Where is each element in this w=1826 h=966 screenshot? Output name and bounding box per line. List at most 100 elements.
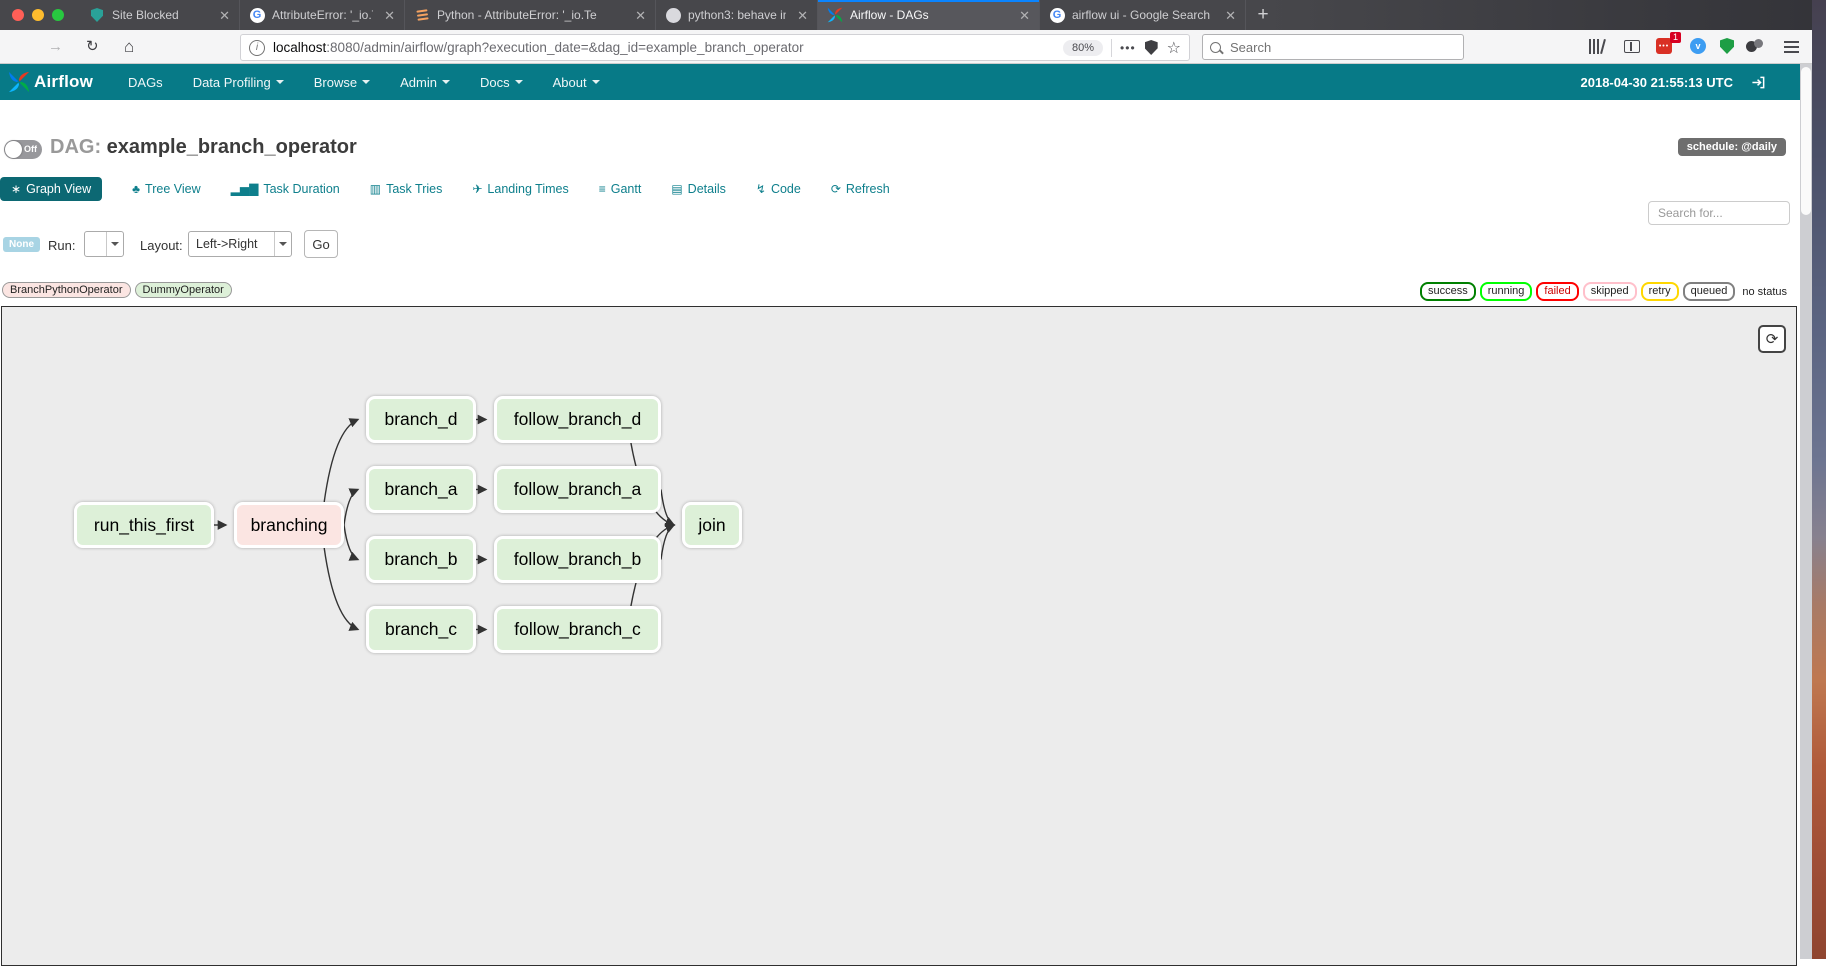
navbar-menu: DAGs Data Profiling BrowseAdminDocsAbout (113, 75, 615, 90)
browser-tab-4[interactable]: python3: behave incorrectly mo✕ (656, 0, 818, 30)
edge-branching-to-branch_c (324, 548, 358, 630)
gantt-icon: ≡ (599, 182, 606, 196)
nav-item-dags[interactable]: DAGs (113, 75, 178, 90)
url-bar[interactable]: i localhost :8080/admin/airflow/graph?ex… (240, 34, 1190, 61)
airflow-brand[interactable]: Airflow (8, 71, 93, 93)
reload-button[interactable]: ↻ (86, 39, 99, 54)
nav-item-admin[interactable]: Admin (385, 75, 465, 90)
nav-item-data-profiling[interactable]: Data Profiling (178, 75, 299, 90)
page-actions-icon[interactable]: ••• (1120, 41, 1136, 55)
go-button[interactable]: Go (304, 230, 338, 258)
shield-favicon (89, 7, 105, 23)
tab-close-icon[interactable]: ✕ (1225, 9, 1236, 22)
menu-icon[interactable] (1784, 41, 1804, 59)
logout-icon[interactable] (1751, 75, 1766, 90)
minimize-window-button[interactable] (32, 9, 44, 21)
view-tab-gantt[interactable]: ≡Gantt (599, 182, 642, 196)
graph-refresh-button[interactable]: ⟳ (1758, 325, 1786, 353)
view-tab-details[interactable]: ▤Details (671, 182, 726, 196)
chevron-down-icon (274, 232, 291, 256)
scrollbar-thumb[interactable] (1801, 67, 1811, 215)
tab-title: airflow ui - Google Search (1072, 8, 1214, 22)
run-select-value (85, 232, 106, 256)
status-legend-success: success (1420, 282, 1476, 301)
zoom-window-button[interactable] (52, 9, 64, 21)
toggle-knob (5, 141, 22, 158)
view-tab-task-tries[interactable]: ▥Task Tries (370, 182, 443, 196)
nav-item-docs[interactable]: Docs (465, 75, 538, 90)
extension-badge: 1 (1670, 32, 1681, 43)
tab-close-icon[interactable]: ✕ (1019, 9, 1030, 22)
forward-button[interactable]: → (48, 39, 63, 54)
layout-select[interactable]: Left->Right (188, 231, 292, 257)
tab-close-icon[interactable]: ✕ (219, 9, 230, 22)
browser-tab-3[interactable]: Python - AttributeError: '_io.Te ✕ (405, 0, 656, 30)
tab-close-icon[interactable]: ✕ (384, 9, 395, 22)
browser-tab-1[interactable]: Site Blocked✕ (80, 0, 240, 30)
view-tab-label: Code (771, 182, 801, 196)
new-tab-button[interactable]: + (1246, 0, 1280, 30)
browser-tab-5[interactable]: Airflow - DAGs ✕ (818, 0, 1040, 30)
task-node-run_this_first[interactable]: run_this_first (74, 502, 214, 548)
view-tab-task-duration[interactable]: ▂▅▇ Task Duration (231, 182, 340, 196)
task-node-branch_a[interactable]: branch_a (366, 466, 476, 513)
view-tab-landing-times[interactable]: ✈Landing Times (472, 182, 568, 196)
task-node-follow_branch_b[interactable]: follow_branch_b (494, 536, 661, 583)
browser-tab-6[interactable]: Gairflow ui - Google Search✕ (1040, 0, 1246, 30)
status-legend-queued: queued (1683, 282, 1736, 301)
browser-tab-2[interactable]: GAttributeError: '_io.TextIOWrapp✕ (240, 0, 405, 30)
view-tabs: ∗Graph View ♣Tree View ▂▅▇ Task Duration ▥Ta… (0, 176, 890, 202)
edge-follow_branch_b-to-join (661, 525, 674, 560)
task-search-input[interactable] (1656, 205, 1782, 221)
task-node-branch_b[interactable]: branch_b (366, 536, 476, 583)
view-tab-label: Task Tries (386, 182, 442, 196)
blue-extension-icon[interactable]: v (1690, 38, 1710, 56)
task-node-follow_branch_d[interactable]: follow_branch_d (494, 396, 661, 443)
password-extension-icon[interactable]: ••• 1 (1656, 38, 1676, 56)
dag-pause-toggle[interactable]: Off (4, 140, 42, 159)
library-icon[interactable] (1588, 38, 1608, 56)
view-tab-label: Task Duration (263, 182, 339, 196)
view-tab-code[interactable]: ↯Code (756, 182, 801, 196)
nav-item-browse[interactable]: Browse (299, 75, 385, 90)
tab-title: Python - AttributeError: '_io.Te (437, 8, 624, 22)
landing-times-icon: ✈ (472, 182, 482, 196)
chevron-down-icon (276, 80, 284, 84)
home-button[interactable]: ⌂ (124, 38, 134, 55)
divider (1111, 39, 1112, 57)
tab-title: Airflow - DAGs (850, 8, 1008, 22)
nav-item-label: Data Profiling (193, 75, 271, 90)
task-node-follow_branch_a[interactable]: follow_branch_a (494, 466, 661, 513)
run-status-badge: None (3, 237, 40, 252)
nav-item-about[interactable]: About (538, 75, 615, 90)
task-node-join[interactable]: join (682, 502, 742, 548)
site-info-icon[interactable]: i (249, 40, 265, 56)
tab-close-icon[interactable]: ✕ (797, 9, 808, 22)
page-scrollbar[interactable] (1800, 64, 1812, 959)
shield-extension-icon[interactable] (1720, 38, 1740, 56)
bookmark-star-icon[interactable]: ☆ (1167, 38, 1181, 58)
task-node-branch_c[interactable]: branch_c (366, 606, 476, 653)
edge-branching-to-branch_b (344, 525, 358, 560)
cookies-extension-icon[interactable] (1746, 38, 1766, 56)
task-node-branching[interactable]: branching (234, 502, 344, 548)
zoom-level-badge[interactable]: 80% (1063, 40, 1103, 56)
view-tab-refresh[interactable]: ⟳Refresh (831, 182, 890, 196)
run-select[interactable] (84, 231, 124, 257)
chevron-down-icon (106, 232, 123, 256)
github-favicon (665, 7, 681, 23)
pocket-shield-icon[interactable] (1145, 40, 1158, 55)
view-tab-tree-view[interactable]: ♣Tree View (132, 182, 200, 196)
tab-close-icon[interactable]: ✕ (635, 9, 646, 22)
task-node-branch_d[interactable]: branch_d (366, 396, 476, 443)
dag-header: Off DAG: example_branch_operator schedul… (4, 136, 1796, 164)
close-window-button[interactable] (12, 9, 24, 21)
sidebar-icon[interactable] (1624, 40, 1644, 58)
dag-graph-canvas[interactable]: run_this_first branching branch_d branch_ab… (1, 306, 1797, 966)
task-duration-icon: ▂▅▇ (231, 182, 259, 196)
view-tab-graph-view[interactable]: ∗Graph View (0, 177, 102, 201)
browser-search-input[interactable] (1228, 39, 1456, 56)
task-search-box[interactable] (1648, 201, 1790, 225)
task-node-follow_branch_c[interactable]: follow_branch_c (494, 606, 661, 653)
browser-search-bar[interactable] (1202, 34, 1464, 60)
